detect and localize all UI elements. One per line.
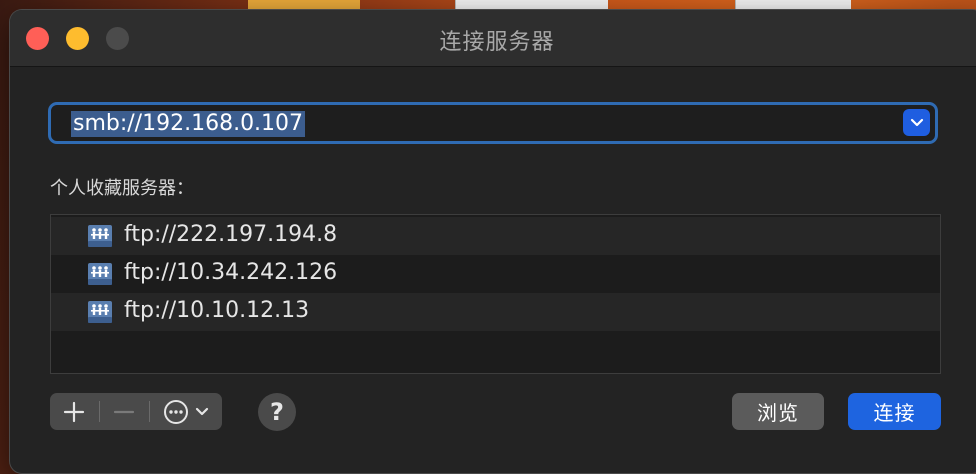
add-favorite-button[interactable] bbox=[50, 393, 98, 430]
server-address-label: ftp://10.10.12.13 bbox=[124, 298, 310, 323]
ellipsis-circle-icon bbox=[164, 399, 188, 424]
plus-icon bbox=[63, 401, 85, 422]
list-item[interactable]: ftp://10.34.242.126 bbox=[51, 255, 940, 293]
connect-button[interactable]: 连接 bbox=[848, 393, 941, 430]
desktop-background-strip bbox=[735, 0, 851, 10]
browse-button[interactable]: 浏览 bbox=[732, 393, 824, 430]
minus-icon bbox=[113, 410, 135, 413]
server-address-label: ftp://10.34.242.126 bbox=[124, 260, 338, 285]
more-options-button[interactable] bbox=[150, 393, 222, 430]
favorites-label: 个人收藏服务器： bbox=[50, 178, 194, 199]
network-server-icon bbox=[88, 225, 112, 247]
favorite-servers-list[interactable]: ftp://222.197.194.8 ftp://10.34.242.126 bbox=[50, 214, 941, 374]
desktop-background-strip bbox=[455, 0, 608, 10]
recent-servers-dropdown-button[interactable] bbox=[903, 109, 930, 136]
desktop-background-strip bbox=[248, 0, 360, 10]
network-server-icon bbox=[88, 263, 112, 285]
help-button[interactable]: ? bbox=[258, 393, 296, 431]
server-address-value[interactable]: smb://192.168.0.107 bbox=[71, 111, 306, 137]
network-server-icon bbox=[88, 301, 112, 323]
remove-favorite-button[interactable] bbox=[100, 393, 148, 430]
window-title: 连接服务器 bbox=[439, 30, 555, 55]
server-address-label: ftp://222.197.194.8 bbox=[124, 222, 338, 247]
chevron-down-icon bbox=[910, 118, 923, 126]
server-address-field[interactable]: smb://192.168.0.107 bbox=[48, 102, 938, 144]
title-bar: 连接服务器 bbox=[10, 10, 976, 67]
chevron-down-icon bbox=[195, 407, 209, 415]
list-item[interactable]: ftp://222.197.194.8 bbox=[51, 217, 940, 255]
empty-list-row bbox=[51, 331, 940, 369]
favorites-edit-control bbox=[50, 393, 222, 430]
list-item[interactable]: ftp://10.10.12.13 bbox=[51, 293, 940, 331]
connect-to-server-window: 连接服务器 smb://192.168.0.107 个人收藏服务器： ftp:/… bbox=[10, 10, 976, 473]
